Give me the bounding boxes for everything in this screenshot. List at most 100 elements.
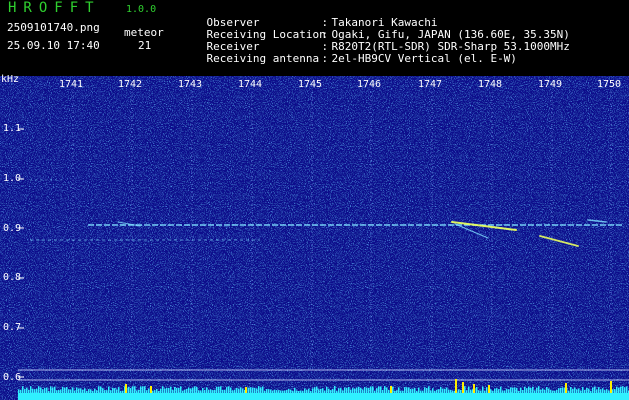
signal-bar bbox=[78, 388, 80, 393]
signal-bar bbox=[622, 386, 624, 393]
signal-bar bbox=[570, 387, 572, 393]
signal-bar bbox=[82, 389, 84, 393]
signal-bar bbox=[412, 388, 414, 393]
time-tick-label: 1747 bbox=[418, 79, 443, 90]
signal-bar bbox=[282, 390, 284, 393]
signal-bar bbox=[582, 387, 584, 393]
signal-bar bbox=[294, 387, 296, 393]
time-tick-label: 1743 bbox=[178, 79, 203, 90]
signal-bar bbox=[234, 389, 236, 393]
signal-bar bbox=[432, 388, 434, 393]
signal-bar bbox=[320, 388, 322, 393]
signal-bar bbox=[370, 386, 372, 393]
time-tick-label: 1741 bbox=[59, 79, 84, 90]
signal-bar bbox=[510, 387, 512, 393]
signal-bar bbox=[50, 386, 52, 393]
signal-bar bbox=[618, 387, 620, 393]
signal-bar bbox=[202, 387, 204, 393]
signal-bar bbox=[358, 386, 360, 393]
signal-bar bbox=[318, 389, 320, 393]
antenna-row: Receiving antenna:2el-HB9CV Vertical (el… bbox=[180, 41, 517, 77]
signal-bar bbox=[92, 390, 94, 393]
signal-bar bbox=[308, 388, 310, 393]
signal-bar bbox=[120, 390, 122, 393]
signal-bar bbox=[490, 389, 492, 393]
signal-bar bbox=[466, 390, 468, 393]
signal-bar bbox=[58, 389, 60, 393]
signal-bar bbox=[70, 389, 72, 393]
signal-bar bbox=[184, 389, 186, 393]
signal-bar bbox=[64, 387, 66, 393]
signal-bar bbox=[574, 387, 576, 393]
signal-bar bbox=[328, 388, 330, 393]
signal-bar bbox=[354, 388, 356, 393]
signal-bar bbox=[438, 389, 440, 393]
signal-bar bbox=[266, 388, 268, 393]
signal-bar bbox=[316, 386, 318, 393]
signal-bar bbox=[268, 389, 270, 393]
signal-bar bbox=[22, 386, 24, 393]
signal-bar bbox=[296, 390, 298, 393]
signal-bar bbox=[114, 388, 116, 393]
signal-bar bbox=[44, 387, 46, 393]
signal-bar bbox=[556, 389, 558, 393]
signal-bar bbox=[606, 389, 608, 393]
signal-bar bbox=[434, 390, 436, 393]
signal-bar bbox=[322, 388, 324, 393]
signal-bar bbox=[102, 388, 104, 393]
signal-bar bbox=[476, 386, 478, 393]
signal-bar bbox=[596, 389, 598, 393]
signal-bar bbox=[598, 387, 600, 393]
freq-tick-label: 0.6 bbox=[3, 372, 22, 383]
signal-bar bbox=[342, 390, 344, 393]
signal-bar bbox=[60, 389, 62, 393]
signal-bar bbox=[100, 386, 102, 393]
signal-bar bbox=[440, 386, 442, 393]
signal-bar bbox=[230, 387, 232, 393]
signal-bar bbox=[254, 387, 256, 393]
signal-bar bbox=[542, 388, 544, 393]
signal-bar bbox=[550, 389, 552, 393]
signal-bar bbox=[352, 388, 354, 393]
time-tick-label: 1748 bbox=[478, 79, 503, 90]
signal-bar bbox=[396, 390, 398, 393]
signal-bar bbox=[540, 389, 542, 393]
signal-bar bbox=[482, 386, 484, 393]
signal-bar bbox=[344, 387, 346, 393]
signal-bar bbox=[424, 387, 426, 393]
signal-bar bbox=[38, 386, 40, 393]
signal-bar bbox=[520, 387, 522, 393]
signal-bar bbox=[274, 389, 276, 393]
signal-bar bbox=[310, 390, 312, 393]
signal-bar bbox=[392, 386, 394, 393]
signal-bar bbox=[252, 387, 254, 393]
signal-bar bbox=[608, 390, 610, 393]
signal-bar bbox=[40, 387, 42, 393]
signal-bar bbox=[584, 389, 586, 393]
file-name: 2509101740.png bbox=[7, 21, 100, 34]
signal-bar bbox=[148, 388, 150, 393]
signal-bar bbox=[130, 388, 132, 393]
signal-bar bbox=[560, 387, 562, 393]
signal-bar bbox=[362, 389, 364, 393]
signal-bar bbox=[422, 390, 424, 393]
signal-peak bbox=[125, 384, 127, 393]
signal-bar bbox=[410, 388, 412, 393]
signal-peak bbox=[462, 382, 464, 393]
signal-bar bbox=[264, 390, 266, 393]
meteor-count: 21 bbox=[138, 39, 152, 52]
signal-bar bbox=[232, 390, 234, 393]
signal-bar bbox=[600, 389, 602, 393]
signal-bar bbox=[172, 389, 174, 393]
signal-bar bbox=[56, 390, 58, 393]
signal-bar bbox=[496, 388, 498, 393]
signal-bar bbox=[552, 390, 554, 393]
signal-bar bbox=[42, 389, 44, 393]
signal-bar bbox=[398, 387, 400, 393]
signal-bar bbox=[330, 390, 332, 393]
signal-bar bbox=[110, 390, 112, 393]
signal-bar bbox=[286, 389, 288, 393]
signal-bar bbox=[168, 387, 170, 393]
signal-bar bbox=[368, 387, 370, 393]
time-tick-label: 1746 bbox=[357, 79, 382, 90]
